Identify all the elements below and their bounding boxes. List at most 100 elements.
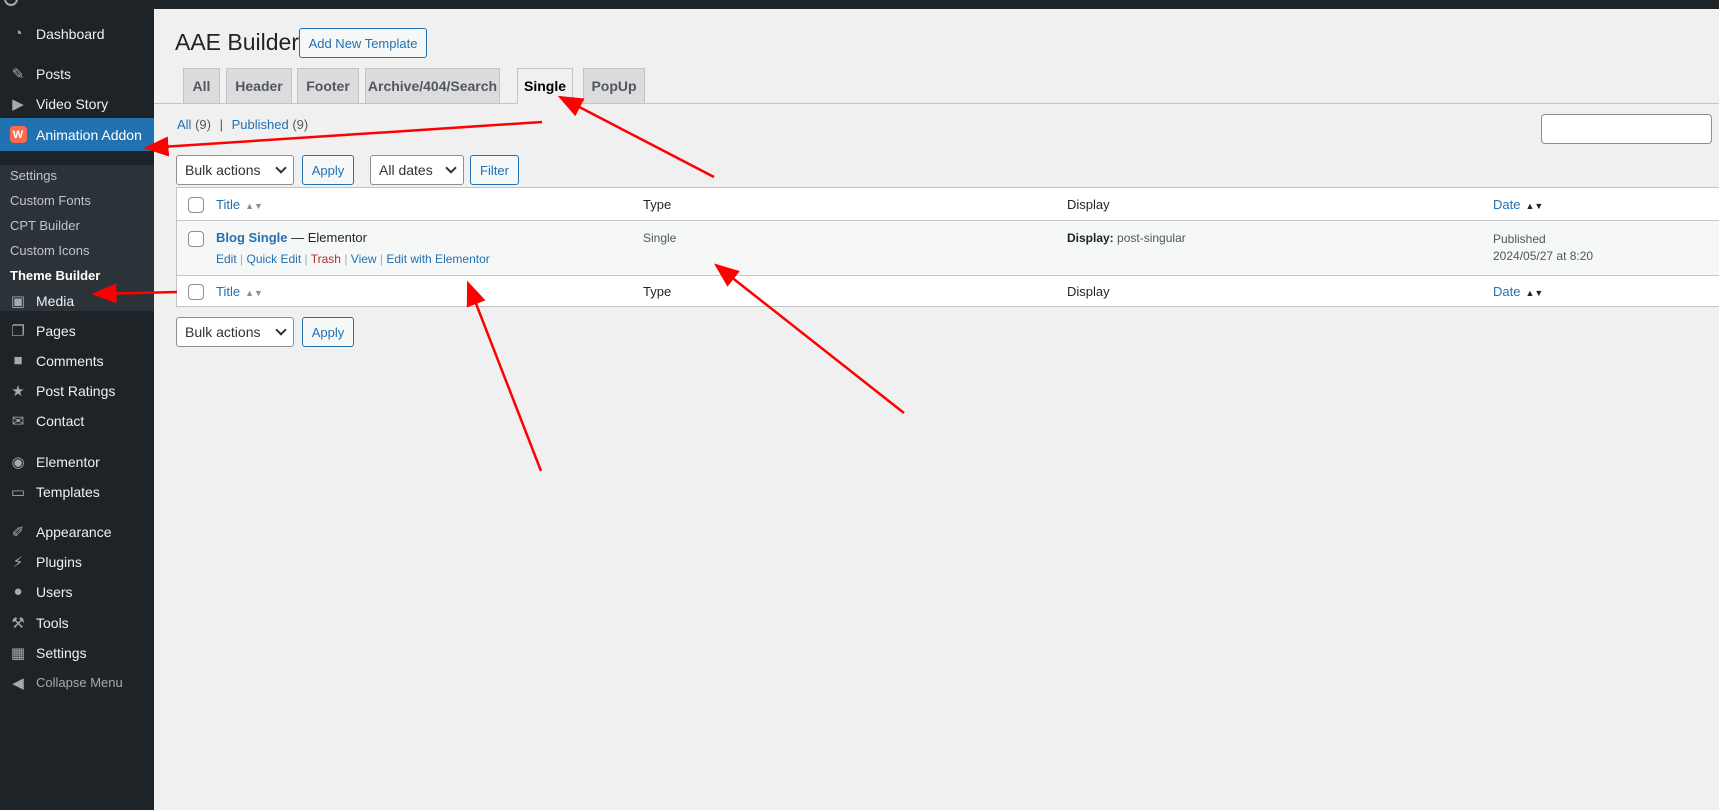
tab-header[interactable]: Header — [226, 68, 292, 104]
menu-item-settings[interactable]: ▦ Settings — [0, 636, 154, 669]
submenu-item-cpt-builder[interactable]: CPT Builder — [10, 218, 80, 233]
column-type: Type — [643, 197, 672, 212]
bulk-actions-value: Bulk actions — [185, 324, 261, 340]
menu-item-pages[interactable]: ❐ Pages — [0, 314, 154, 347]
icon-wrap: W — [0, 125, 36, 145]
tab-archive-404-search[interactable]: Archive/404/Search — [365, 68, 500, 104]
row-type: Single — [643, 231, 677, 245]
menu-item-label: Users — [36, 583, 73, 600]
display-label: Display: — [1067, 231, 1114, 245]
row-title-link[interactable]: Blog Single — [216, 230, 288, 245]
menu-item-label: Settings — [36, 644, 87, 661]
media-icon: ▣ — [10, 292, 26, 310]
menu-item-elementor[interactable]: ◉ Elementor — [0, 445, 154, 478]
column-title-label: Title — [216, 197, 241, 212]
column-type: Type — [643, 284, 672, 299]
column-date[interactable]: Date ▲▼ — [1493, 284, 1543, 299]
tab-all[interactable]: All — [183, 68, 220, 104]
menu-item-contact[interactable]: ✉ Contact — [0, 404, 154, 437]
menu-item-plugins[interactable]: ⚡ Plugins — [0, 545, 154, 578]
menu-item-video-story[interactable]: ▶ Video Story — [0, 87, 154, 120]
menu-item-appearance[interactable]: ✐ Appearance — [0, 515, 154, 548]
menu-item-dashboard[interactable]: ◔ Dashboard — [0, 17, 154, 50]
dates-value: All dates — [379, 162, 433, 178]
submenu-item-theme-builder[interactable]: Theme Builder — [10, 268, 100, 283]
menu-item-templates[interactable]: ▭ Templates — [0, 475, 154, 508]
column-title[interactable]: Title ▲▼ — [216, 284, 263, 299]
menu-item-animation-addon[interactable]: W Animation Addon — [0, 118, 154, 151]
wordpress-logo-icon[interactable] — [4, 0, 18, 6]
menu-item-label: Tools — [36, 614, 69, 631]
submenu-item-custom-fonts[interactable]: Custom Fonts — [10, 193, 91, 208]
collapse-menu-button[interactable]: ◀ Collapse Menu — [0, 666, 154, 699]
menu-item-label: Plugins — [36, 553, 82, 570]
row-title: Blog Single — Elementor — [216, 230, 367, 245]
plugin-icon: ⚡ — [12, 553, 24, 571]
tab-single[interactable]: Single — [517, 68, 573, 104]
dashboard-icon: ◔ — [13, 25, 23, 42]
table-header: Title ▲▼ Type Display Date ▲▼ — [177, 188, 1719, 221]
menu-item-comments[interactable]: ■ Comments — [0, 344, 154, 377]
row-actions: Edit | Quick Edit | Trash | View | Edit … — [216, 252, 490, 266]
main-content: AAE Builder Add New Template All Header … — [154, 9, 1719, 810]
bulk-actions-select[interactable]: Bulk actions — [176, 155, 294, 185]
dates-select[interactable]: All dates — [370, 155, 464, 185]
menu-item-tools[interactable]: ⚒ Tools — [0, 606, 154, 639]
menu-item-label: Posts — [36, 65, 72, 82]
view-link[interactable]: View — [351, 252, 377, 266]
menu-item-label: Video Story — [36, 95, 109, 112]
column-date-label: Date — [1493, 284, 1521, 299]
row-status: Published — [1493, 232, 1546, 246]
edit-link[interactable]: Edit — [216, 252, 237, 266]
view-all-label: All — [177, 117, 192, 132]
search-input[interactable] — [1541, 114, 1712, 144]
select-all-checkbox[interactable] — [188, 197, 204, 213]
view-all-link[interactable]: All (9) — [177, 117, 211, 132]
view-published-link[interactable]: Published (9) — [232, 117, 309, 132]
trash-link[interactable]: Trash — [311, 252, 341, 266]
sort-icon: ▲▼ — [1525, 288, 1544, 298]
quick-edit-link[interactable]: Quick Edit — [246, 252, 301, 266]
pages-icon: ❐ — [11, 322, 25, 340]
submenu-item-settings[interactable]: Settings — [10, 168, 57, 183]
animation-addon-icon: W — [9, 126, 27, 143]
chevron-down-icon — [275, 324, 287, 336]
bulk-actions-select-bottom[interactable]: Bulk actions — [176, 317, 294, 347]
wrench-icon: ⚒ — [11, 614, 25, 632]
menu-item-posts[interactable]: ✎ Posts — [0, 57, 154, 90]
page-title: AAE Builder — [175, 29, 300, 55]
column-title[interactable]: Title ▲▼ — [216, 197, 263, 212]
filter-button[interactable]: Filter — [470, 155, 519, 185]
column-display: Display — [1067, 197, 1110, 212]
menu-item-label: Templates — [36, 483, 100, 500]
display-value: post-singular — [1117, 231, 1186, 245]
apply-button-bottom[interactable]: Apply — [302, 317, 354, 347]
star-icon: ★ — [11, 382, 25, 400]
menu-item-label: Elementor — [36, 453, 100, 470]
comments-icon: ■ — [13, 352, 23, 369]
row-date-value: 2024/05/27 at 8:20 — [1493, 249, 1594, 263]
brush-icon: ✐ — [11, 523, 25, 541]
menu-item-label: Comments — [36, 352, 104, 369]
tab-footer[interactable]: Footer — [297, 68, 359, 104]
select-all-checkbox-bottom[interactable] — [188, 284, 204, 300]
menu-item-media[interactable]: ▣ Media — [0, 284, 154, 317]
mail-icon: ✉ — [11, 412, 25, 430]
menu-item-label: Animation Addon — [36, 126, 142, 143]
pin-icon: ✎ — [11, 65, 25, 83]
user-icon: ● — [13, 583, 23, 600]
sort-icon: ▲▼ — [1525, 201, 1544, 211]
apply-button[interactable]: Apply — [302, 155, 354, 185]
menu-item-post-ratings[interactable]: ★ Post Ratings — [0, 374, 154, 407]
menu-item-users[interactable]: ● Users — [0, 575, 154, 608]
submenu-item-custom-icons[interactable]: Custom Icons — [10, 243, 89, 258]
view-published-count: (9) — [292, 117, 309, 132]
view-all-count: (9) — [195, 117, 211, 132]
menu-item-label: Pages — [36, 322, 76, 339]
column-date[interactable]: Date ▲▼ — [1493, 197, 1543, 212]
row-checkbox[interactable] — [188, 231, 204, 247]
add-new-template-button[interactable]: Add New Template — [299, 28, 427, 58]
table-footer: Title ▲▼ Type Display Date ▲▼ — [177, 275, 1719, 308]
edit-with-elementor-link[interactable]: Edit with Elementor — [386, 252, 489, 266]
tab-popup[interactable]: PopUp — [583, 68, 645, 104]
